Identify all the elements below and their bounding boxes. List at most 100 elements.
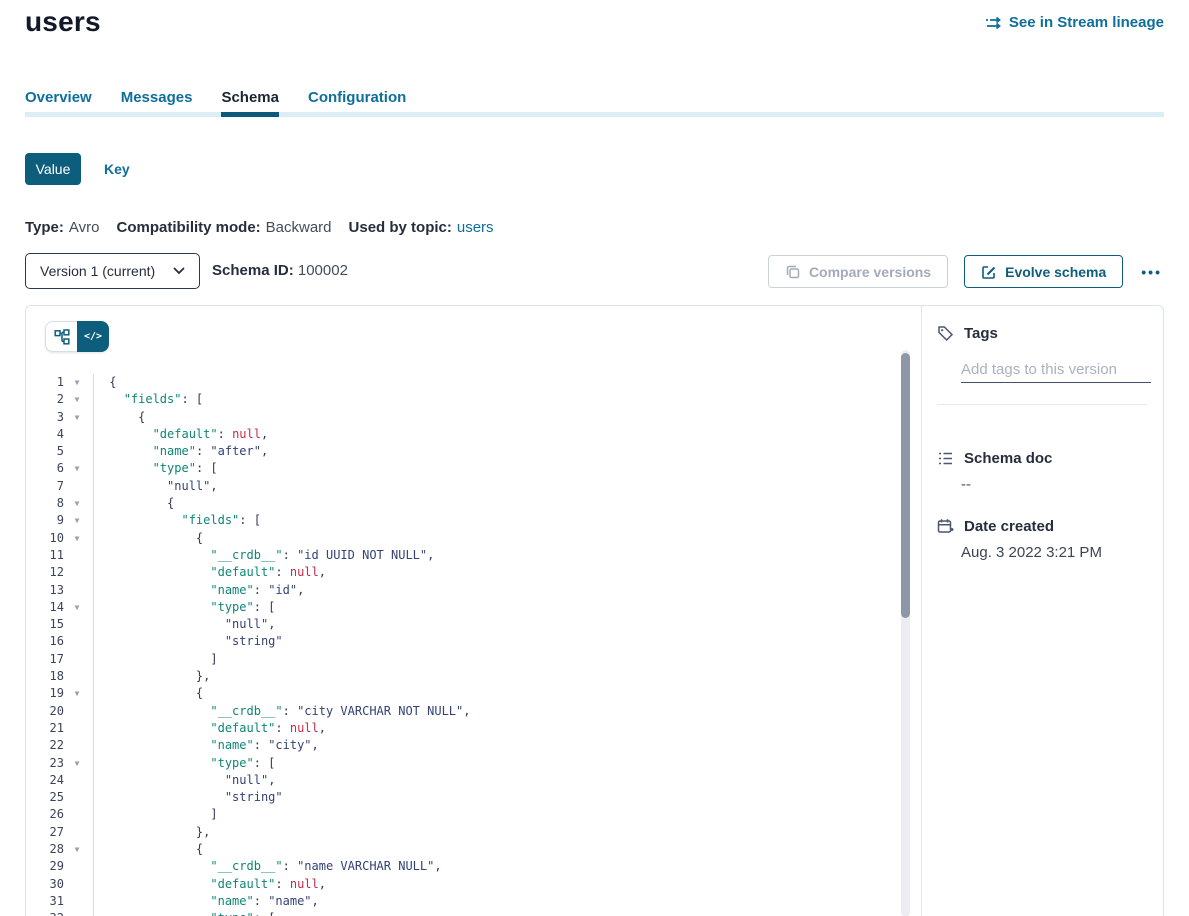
fold-toggle-icon[interactable]: ▼ (64, 530, 90, 547)
line-number: 6 (26, 460, 64, 477)
tree-view-button[interactable] (45, 321, 77, 352)
code-line: 5 "name": "after", (26, 443, 921, 460)
line-number: 14 (26, 599, 64, 616)
fold-toggle-icon[interactable]: ▼ (64, 599, 90, 616)
code-line: 27 }, (26, 824, 921, 841)
code-line: 13 "name": "id", (26, 582, 921, 599)
code-line: 1▼ { (26, 374, 921, 391)
fold-toggle-icon[interactable]: ▼ (64, 841, 90, 858)
code-text: "__crdb__": "city VARCHAR NOT NULL", (94, 703, 470, 720)
line-number: 4 (26, 426, 64, 443)
fold-spacer (64, 651, 90, 668)
line-number: 19 (26, 685, 64, 702)
code-text: "name": "city", (94, 737, 319, 754)
code-text: "type": [ (94, 599, 275, 616)
code-line: 32▼ "type": [ (26, 910, 921, 916)
evolve-schema-button[interactable]: Evolve schema (964, 255, 1123, 288)
fold-spacer (64, 426, 90, 443)
fold-toggle-icon[interactable]: ▼ (64, 685, 90, 702)
tab-schema[interactable]: Schema (221, 89, 279, 107)
line-number: 9 (26, 512, 64, 529)
schema-detail-panel: </> 1▼ {2▼ "fields": [3▼ {4 "default": n… (25, 305, 1164, 916)
stream-lineage-link[interactable]: See in Stream lineage (985, 14, 1164, 31)
type-value: Avro (69, 219, 100, 236)
version-select-value: Version 1 (current) (40, 263, 155, 279)
schema-code-editor[interactable]: 1▼ {2▼ "fields": [3▼ {4 "default": null,… (26, 374, 921, 916)
line-number: 3 (26, 409, 64, 426)
code-view-button[interactable]: </> (77, 321, 109, 352)
code-text: "type": [ (94, 460, 218, 477)
schema-page: users See in Stream lineage Overview Mess… (0, 0, 1189, 916)
code-text: "type": [ (94, 755, 275, 772)
line-number: 20 (26, 703, 64, 720)
tree-view-icon (54, 329, 70, 345)
editor-scrollbar-track (901, 350, 910, 916)
tags-section-header: Tags (937, 325, 998, 342)
schema-doc-title: Schema doc (964, 450, 1052, 467)
code-text: ] (94, 651, 218, 668)
fold-spacer (64, 547, 90, 564)
tags-title: Tags (964, 325, 998, 342)
code-text: { (94, 409, 145, 426)
fold-spacer (64, 478, 90, 495)
code-text: { (94, 495, 174, 512)
fold-spacer (64, 858, 90, 875)
code-text: "name": "after", (94, 443, 268, 460)
code-line: 23▼ "type": [ (26, 755, 921, 772)
value-key-toggle: Value Key (25, 153, 130, 185)
used-by-topic-label: Used by topic: (349, 219, 452, 236)
fold-toggle-icon[interactable]: ▼ (64, 391, 90, 408)
code-text: "__crdb__": "id UUID NOT NULL", (94, 547, 434, 564)
fold-toggle-icon[interactable]: ▼ (64, 495, 90, 512)
code-line: 19▼ { (26, 685, 921, 702)
value-toggle-button[interactable]: Value (25, 153, 81, 185)
fold-spacer (64, 824, 90, 841)
code-text: "string" (94, 633, 283, 650)
stream-lineage-icon (985, 16, 1002, 30)
code-text: { (94, 374, 116, 391)
date-created-value: Aug. 3 2022 3:21 PM (961, 544, 1102, 561)
more-options-button[interactable]: ••• (1139, 260, 1164, 284)
schema-doc-value: -- (961, 476, 971, 493)
code-text: "name": "id", (94, 582, 304, 599)
code-line: 11 "__crdb__": "id UUID NOT NULL", (26, 547, 921, 564)
code-text: "name": "name", (94, 893, 319, 910)
add-tags-input[interactable] (961, 356, 1151, 383)
line-number: 32 (26, 910, 64, 916)
tab-configuration[interactable]: Configuration (308, 89, 406, 107)
tab-overview[interactable]: Overview (25, 89, 92, 107)
fold-toggle-icon[interactable]: ▼ (64, 460, 90, 477)
topic-link[interactable]: users (457, 219, 494, 236)
fold-spacer (64, 772, 90, 789)
code-view-icon: </> (84, 331, 102, 342)
fold-spacer (64, 806, 90, 823)
code-line: 12 "default": null, (26, 564, 921, 581)
code-text: "null", (94, 478, 218, 495)
line-number: 10 (26, 530, 64, 547)
fold-toggle-icon[interactable]: ▼ (64, 409, 90, 426)
editor-scrollbar-thumb[interactable] (901, 353, 910, 618)
line-number: 5 (26, 443, 64, 460)
key-toggle-button[interactable]: Key (104, 161, 130, 177)
fold-spacer (64, 582, 90, 599)
code-line: 20 "__crdb__": "city VARCHAR NOT NULL", (26, 703, 921, 720)
fold-toggle-icon[interactable]: ▼ (64, 755, 90, 772)
tab-messages[interactable]: Messages (121, 89, 193, 107)
fold-toggle-icon[interactable]: ▼ (64, 910, 90, 916)
fold-spacer (64, 789, 90, 806)
code-text: "fields": [ (94, 391, 203, 408)
fold-toggle-icon[interactable]: ▼ (64, 374, 90, 391)
code-line: 18 }, (26, 668, 921, 685)
version-select[interactable]: Version 1 (current) (25, 253, 200, 289)
fold-toggle-icon[interactable]: ▼ (64, 512, 90, 529)
edit-icon (981, 264, 997, 280)
code-line: 10▼ { (26, 530, 921, 547)
code-text: "default": null, (94, 564, 326, 581)
code-line: 16 "string" (26, 633, 921, 650)
compare-versions-button[interactable]: Compare versions (768, 255, 948, 288)
page-title: users (25, 6, 101, 38)
line-number: 13 (26, 582, 64, 599)
tag-icon (937, 325, 954, 342)
line-number: 28 (26, 841, 64, 858)
code-text: }, (94, 824, 210, 841)
